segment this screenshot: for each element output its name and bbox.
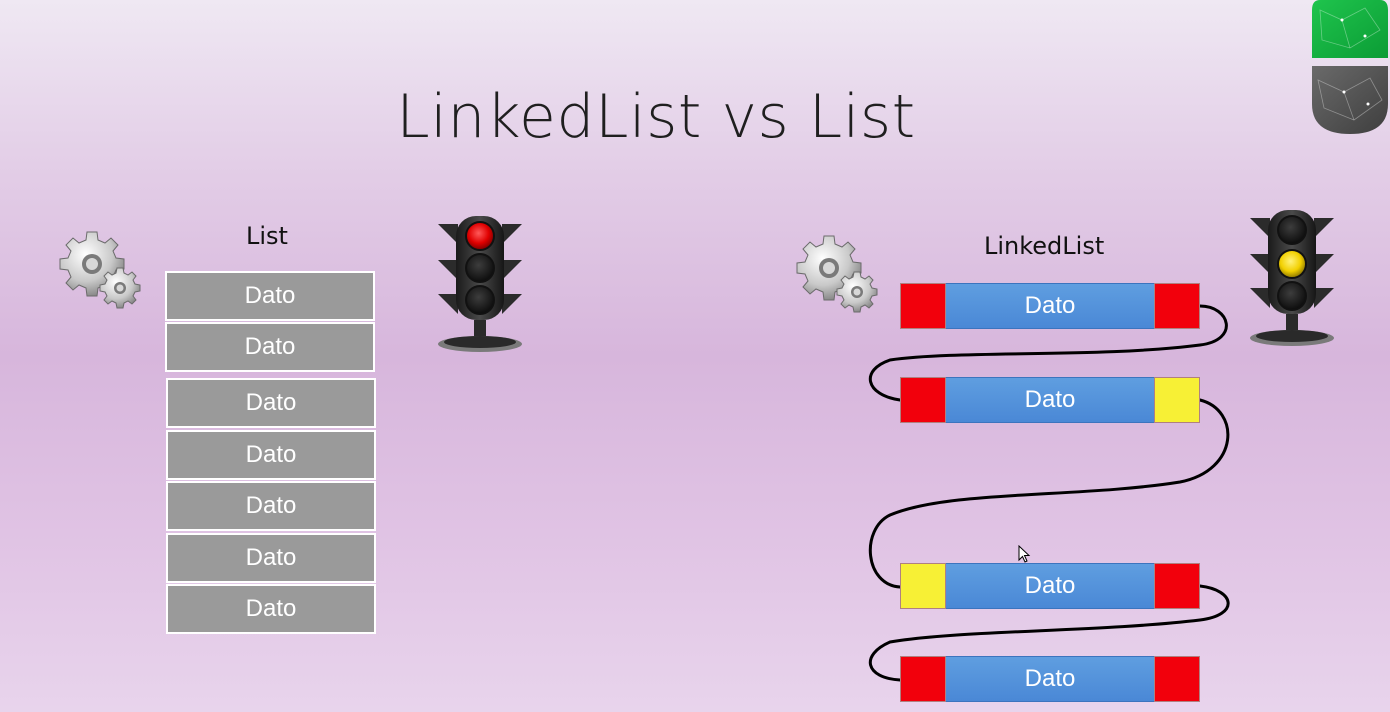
prev-pointer: [900, 283, 946, 329]
node-data: Dato: [946, 656, 1154, 702]
node-data: Dato: [946, 377, 1154, 423]
linked-node: Dato: [900, 656, 1200, 702]
yellow-traffic-light-icon: [1250, 210, 1334, 346]
linked-node: Dato: [900, 563, 1200, 609]
next-pointer: [1154, 563, 1200, 609]
next-pointer: [1154, 656, 1200, 702]
next-pointer: [1154, 377, 1200, 423]
node-data: Dato: [946, 283, 1154, 329]
mouse-cursor-icon: [1018, 545, 1031, 563]
linked-node: Dato: [900, 283, 1200, 329]
next-pointer: [1154, 283, 1200, 329]
linked-node: Dato: [900, 377, 1200, 423]
prev-pointer: [900, 377, 946, 423]
node-data: Dato: [946, 563, 1154, 609]
prev-pointer: [900, 656, 946, 702]
prev-pointer: [900, 563, 946, 609]
